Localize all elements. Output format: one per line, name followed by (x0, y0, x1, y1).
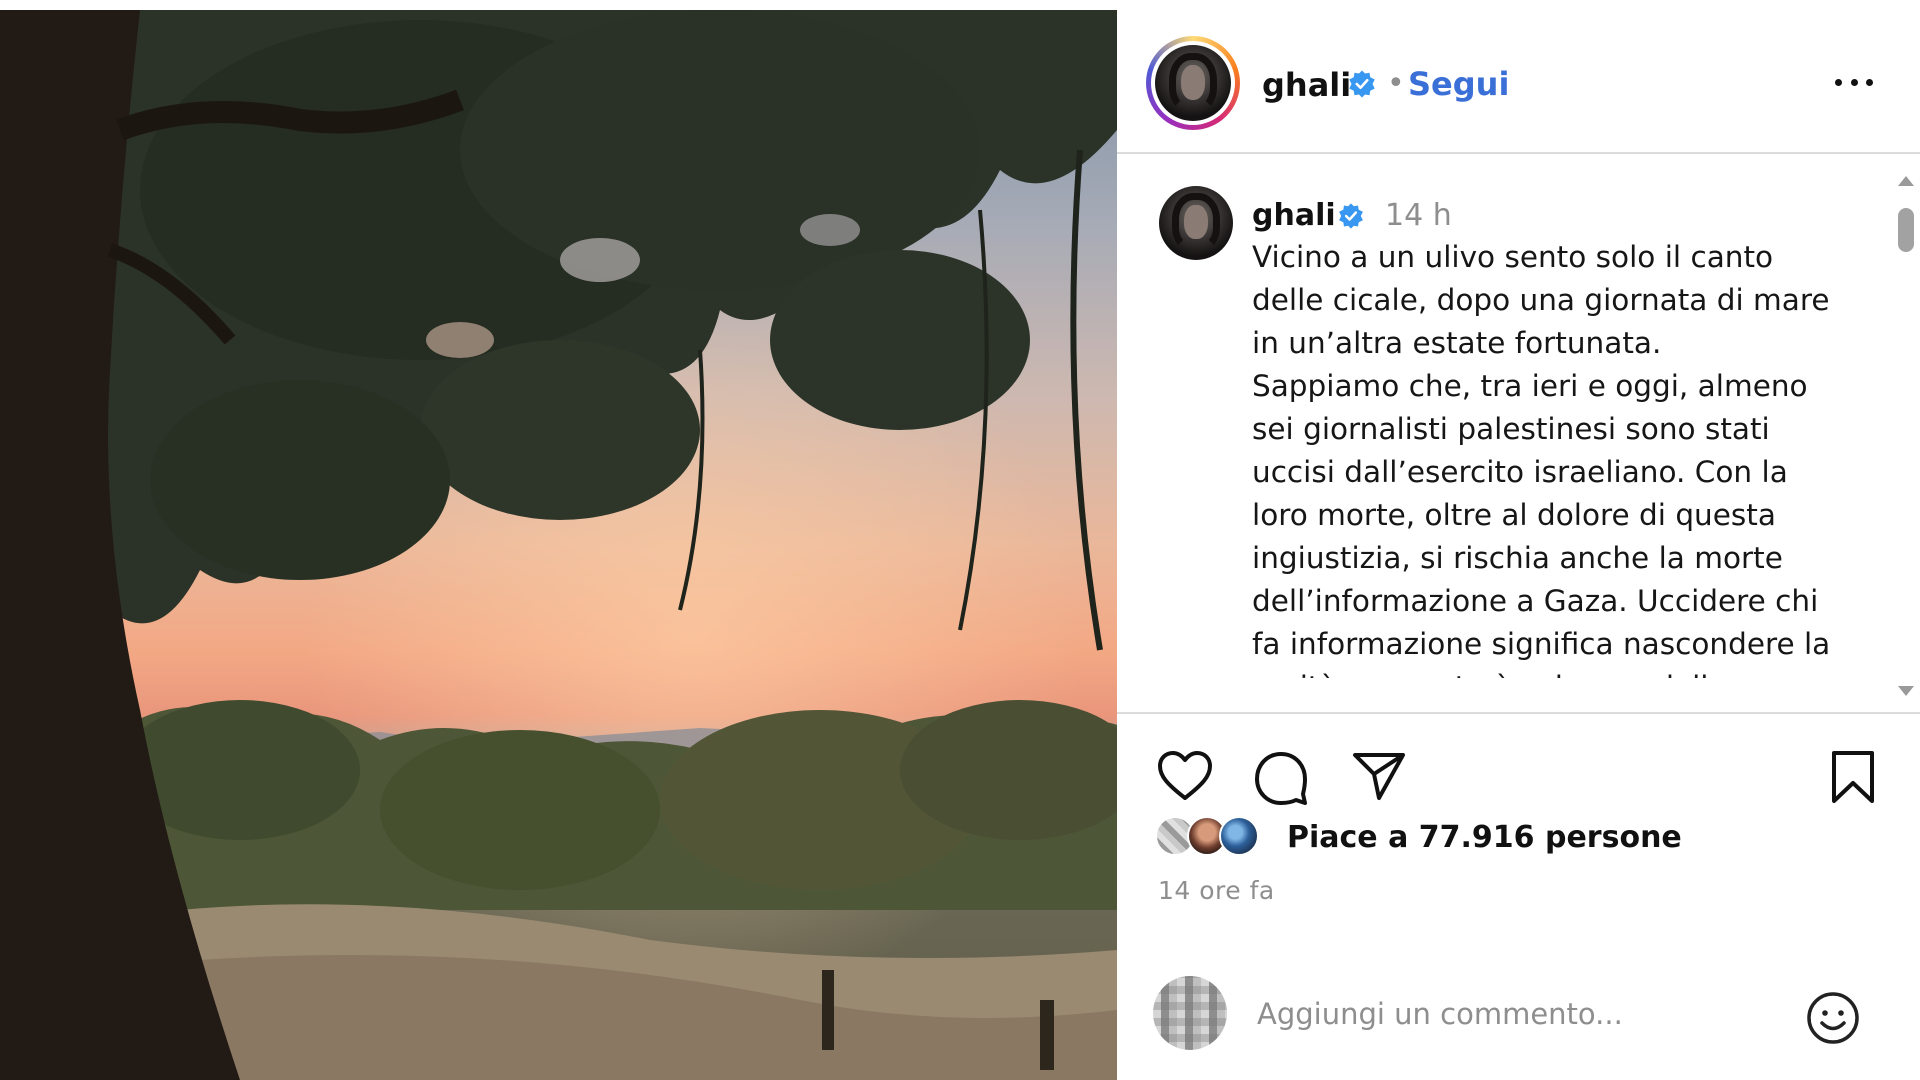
divider (1117, 712, 1920, 714)
comment-input[interactable] (1257, 988, 1777, 1040)
scroll-up-arrow-icon[interactable] (1898, 176, 1914, 186)
caption-avatar[interactable] (1159, 186, 1233, 260)
liker-avatar[interactable] (1219, 816, 1259, 856)
bookmark-icon[interactable] (1829, 750, 1877, 804)
heart-icon[interactable] (1157, 750, 1213, 802)
comment-bubble-icon[interactable] (1253, 750, 1309, 806)
follow-button[interactable]: Segui (1408, 65, 1509, 103)
caption-username[interactable]: ghali (1252, 198, 1336, 233)
post-photo[interactable] (0, 10, 1117, 1080)
post-header: ghali • Segui (1117, 10, 1920, 154)
current-user-avatar (1153, 976, 1227, 1050)
top-strip (0, 0, 1920, 10)
more-options-icon[interactable] (1829, 62, 1879, 102)
story-ring-avatar[interactable] (1146, 36, 1240, 130)
smiley-icon[interactable] (1805, 990, 1861, 1046)
caption-scrollbar[interactable] (1892, 160, 1918, 708)
scroll-thumb[interactable] (1898, 208, 1914, 252)
post-age[interactable]: 14 ore fa (1158, 876, 1275, 905)
scroll-down-arrow-icon[interactable] (1898, 686, 1914, 696)
avatar (1155, 45, 1231, 121)
caption-timestamp[interactable]: 14 h (1385, 198, 1452, 233)
post-detail-panel: ghali • Segui ghali 14 h Vicino a un uli… (1117, 10, 1920, 1080)
olive-tree-sunset-scene (0, 10, 1117, 1080)
caption-text: Vicino a un ulivo sento solo il canto de… (1252, 240, 1831, 678)
separator-dot: • (1387, 66, 1405, 101)
post-author-username[interactable]: ghali (1262, 66, 1351, 104)
likes-count[interactable]: Piace a 77.916 persone (1287, 820, 1682, 855)
paper-plane-icon[interactable] (1351, 750, 1407, 802)
verified-badge-icon (1349, 70, 1375, 98)
caption-area: ghali 14 h Vicino a un ulivo sento solo … (1117, 156, 1920, 712)
verified-badge-icon (1339, 203, 1363, 229)
